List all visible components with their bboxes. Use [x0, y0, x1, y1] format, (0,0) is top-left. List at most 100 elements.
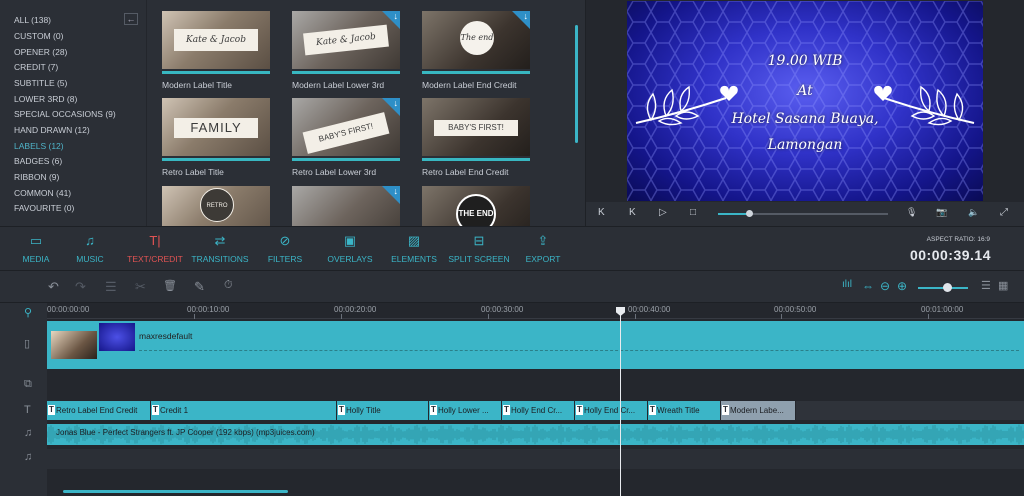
skip-to-start-button[interactable]: K	[598, 207, 605, 218]
template-label: Retro Label Lower 3rd	[292, 167, 377, 177]
template-art-text: FAMILY	[174, 118, 258, 138]
playback-progress-slider[interactable]	[718, 210, 888, 217]
category-lower-3rd[interactable]: LOWER 3RD (8)	[14, 94, 77, 104]
template-retro-label-end-credit[interactable]: BABY'S FIRST! Retro Label End Credit	[422, 98, 530, 177]
filters-icon: ⊘	[279, 233, 291, 248]
category-credit[interactable]: CREDIT (7)	[14, 62, 58, 72]
text-clip[interactable]: Holly End Cr...	[502, 401, 575, 420]
template-modern-label-end-credit[interactable]: The end ↓ Modern Label End Credit	[422, 11, 530, 90]
overlay-track[interactable]	[47, 377, 1024, 403]
tab-text-credit[interactable]: T| TEXT/CREDIT	[125, 227, 185, 271]
template-the-end[interactable]: THE END	[422, 186, 530, 226]
audio-mixer-icon[interactable]: ılıl	[842, 279, 852, 290]
category-special-occasions[interactable]: SPECIAL OCCASIONS (9)	[14, 109, 116, 119]
time-ruler[interactable]: 00:00:00:00 00:00:10:00 00:00:20:00 00:0…	[47, 303, 1024, 319]
music-icon: ♫	[85, 233, 95, 248]
ruler-label: 00:00:00:00	[47, 305, 90, 314]
download-icon[interactable]: ↓	[394, 11, 399, 21]
text-clip[interactable]: Holly Lower ...	[429, 401, 502, 420]
template-art-text: Kate & Jacob	[174, 29, 258, 51]
fullscreen-icon[interactable]: ⤢	[1000, 207, 1008, 218]
text-track[interactable]: Retro Label End Credit Credit 1 Holly Ti…	[47, 401, 1024, 420]
step-back-button[interactable]: K	[629, 207, 636, 218]
category-badges[interactable]: BADGES (6)	[14, 156, 62, 166]
video-track-icon: ▯	[24, 338, 31, 350]
preview-panel: 19.00 WIB At Hotel Sasana Buaya, Lamonga…	[585, 0, 1024, 226]
tab-overlays[interactable]: ▣ OVERLAYS	[325, 227, 375, 271]
text-clip[interactable]: Wreath Title	[648, 401, 721, 420]
tab-media[interactable]: ▭ MEDIA	[18, 227, 54, 271]
playback-progress-knob[interactable]	[745, 210, 753, 217]
cut-icon[interactable]: ✂	[135, 279, 146, 295]
category-common[interactable]: COMMON (41)	[14, 188, 71, 198]
category-custom[interactable]: CUSTOM (0)	[14, 31, 63, 41]
template-retro-label-title[interactable]: FAMILY Retro Label Title	[162, 98, 270, 177]
music-track[interactable]: Jonas Blue - Perfect Strangers ft. JP Co…	[47, 424, 1024, 445]
timeline-scrollbar[interactable]	[63, 490, 288, 493]
text-clip[interactable]: Holly End Cr...	[575, 401, 648, 420]
stop-button[interactable]: □	[690, 207, 696, 218]
tab-elements[interactable]: ▨ ELEMENTS	[390, 227, 438, 271]
tab-label: ELEMENTS	[391, 254, 437, 264]
snapshot-icon[interactable]: 📷	[936, 207, 947, 218]
tab-label: FILTERS	[267, 254, 303, 264]
playback-progress-fill	[718, 213, 749, 215]
play-button[interactable]: ▷	[659, 207, 667, 218]
template-modern-label-lower-3rd[interactable]: Kate & Jacob ↓ Modern Label Lower 3rd	[292, 11, 400, 90]
ruler-label: 00:00:40:00	[628, 305, 671, 314]
undo-icon[interactable]: ↶	[48, 279, 59, 295]
category-ribbon[interactable]: RIBBON (9)	[14, 172, 59, 182]
grid-view-icon[interactable]: ▦	[998, 279, 1008, 292]
zoom-slider-knob[interactable]	[943, 283, 952, 292]
download-icon[interactable]: ↓	[394, 186, 399, 196]
download-icon[interactable]: ↓	[524, 11, 529, 21]
redo-icon[interactable]: ↷	[75, 279, 86, 295]
delete-icon[interactable]: 🗑	[163, 279, 177, 292]
list-view-icon[interactable]: ☰	[981, 279, 991, 292]
category-subtitle[interactable]: SUBTITLE (5)	[14, 78, 67, 88]
library-scrollbar[interactable]	[575, 25, 578, 143]
template-retro-labels[interactable]: RETRO LABELS	[162, 186, 270, 226]
text-clip[interactable]: Credit 1	[151, 401, 337, 420]
playhead-line[interactable]	[620, 310, 621, 496]
video-track[interactable]: maxresdefault	[47, 321, 1024, 369]
tab-split-screen[interactable]: ⊟ SPLIT SCREEN	[448, 227, 510, 271]
template-label-8[interactable]: ↓	[292, 186, 400, 226]
ruler-label: 00:00:50:00	[774, 305, 817, 314]
category-all[interactable]: ALL (138)	[14, 15, 51, 25]
category-opener[interactable]: OPENER (28)	[14, 47, 67, 57]
download-icon[interactable]: ↓	[394, 98, 399, 108]
volume-icon[interactable]: 🔈	[968, 207, 979, 218]
text-clip[interactable]: Holly Title	[337, 401, 429, 420]
music-track-2[interactable]	[47, 449, 1024, 469]
tab-transitions[interactable]: ⇄ TRANSITIONS	[188, 227, 252, 271]
category-hand-drawn[interactable]: HAND DRAWN (12)	[14, 125, 90, 135]
tab-label: MEDIA	[22, 254, 50, 264]
duration-icon[interactable]: ⏱	[224, 279, 233, 292]
edit-toolbar: ↶ ↷ ☰ ✂ 🗑 ✎ ⏱ ılıl ⇔ ⊖ ⊕ ☰ ▦	[0, 270, 1024, 302]
edit-icon[interactable]: ✎	[194, 279, 205, 295]
settings-icon[interactable]: ☰	[105, 279, 117, 295]
template-modern-label-title[interactable]: Kate & Jacob Modern Label Title	[162, 11, 270, 90]
music-track-2-icon: ♫	[24, 451, 33, 463]
tab-export[interactable]: ⇪ EXPORT	[524, 227, 562, 271]
tab-filters[interactable]: ⊘ FILTERS	[266, 227, 304, 271]
template-label: Modern Label Title	[162, 80, 232, 90]
track-headers: ⚲ ▯ ⧉ T ♫ ♫	[0, 303, 47, 496]
category-labels[interactable]: LABELS (12)	[14, 141, 64, 151]
text-clip[interactable]: Retro Label End Credit	[47, 401, 151, 420]
template-retro-label-lower-3rd[interactable]: BABY'S FIRST! ↓ Retro Label Lower 3rd	[292, 98, 400, 177]
collapse-panel-button[interactable]: ←	[124, 13, 138, 25]
template-preview: THE END	[422, 186, 530, 226]
ruler-tick	[928, 314, 929, 319]
tab-music[interactable]: ♫ MUSIC	[72, 227, 108, 271]
link-icon[interactable]: ⚲	[24, 306, 32, 319]
video-clip-thumbnail	[99, 323, 135, 351]
zoom-fit-icon[interactable]: ⇔	[862, 279, 874, 293]
text-clip-selected[interactable]: Modern Labe...	[721, 401, 796, 420]
split-screen-icon: ⊟	[473, 233, 485, 248]
record-voice-icon[interactable]: 🎙	[906, 207, 917, 218]
zoom-in-icon[interactable]: ⊕	[897, 279, 907, 293]
zoom-out-icon[interactable]: ⊖	[880, 279, 890, 293]
category-favourite[interactable]: FAVOURITE (0)	[14, 203, 74, 213]
